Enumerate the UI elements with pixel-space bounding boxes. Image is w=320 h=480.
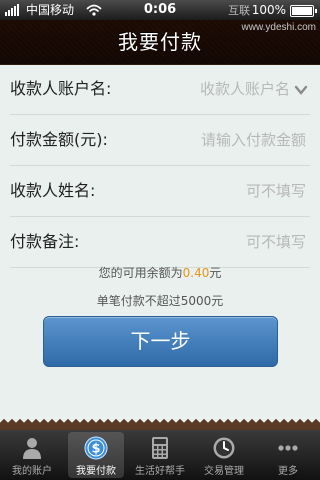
tab-label: 生活好帮手 xyxy=(135,466,185,477)
amount-row[interactable]: 付款金额(元): 请输入付款金额 xyxy=(10,115,310,166)
watermark-url: www.ydeshi.com xyxy=(241,22,316,33)
nav-bar: 我要付款 www.ydeshi.com xyxy=(0,20,320,65)
watermark-text: 互联 xyxy=(228,4,250,17)
remark-label: 付款备注: xyxy=(10,232,80,251)
tab-my-account[interactable]: 我的账户 xyxy=(0,430,64,480)
tab-label: 我的账户 xyxy=(12,466,52,477)
calculator-icon xyxy=(152,437,168,459)
amount-input[interactable]: 请输入付款金额 xyxy=(201,115,306,165)
tab-label: 交易管理 xyxy=(204,466,244,477)
dollar-coin-icon: $ xyxy=(84,436,108,460)
payee-account-label: 收款人账户名: xyxy=(10,79,112,98)
remark-input[interactable]: 可不填写 xyxy=(246,217,306,267)
balance-info: 您的可用余额为0.40元 xyxy=(0,264,320,281)
payment-form: 收款人账户名: 收款人账户名 付款金额(元): 请输入付款金额 收款人姓名: 可… xyxy=(0,64,320,268)
balance-unit: 元 xyxy=(209,266,222,280)
clock-icon xyxy=(213,437,235,459)
payee-name-row[interactable]: 收款人姓名: 可不填写 xyxy=(10,166,310,217)
tab-more[interactable]: 更多 xyxy=(256,430,320,480)
tab-life-helper[interactable]: 生活好帮手 xyxy=(128,430,192,480)
more-dots-icon xyxy=(278,445,298,451)
tab-bar: 我的账户 $ 我要付款 生活好帮手 交易管理 更多 xyxy=(0,430,320,480)
remark-row[interactable]: 付款备注: 可不填写 xyxy=(10,217,310,268)
payee-account-row[interactable]: 收款人账户名: 收款人账户名 xyxy=(10,64,310,115)
battery-percent: 100% xyxy=(251,3,286,17)
decorative-border xyxy=(0,418,320,430)
payee-account-select[interactable]: 收款人账户名 xyxy=(200,64,290,114)
tab-label: 更多 xyxy=(278,466,298,477)
tab-pay[interactable]: $ 我要付款 xyxy=(64,430,128,480)
payee-name-label: 收款人姓名: xyxy=(10,181,96,200)
payee-name-input[interactable]: 可不填写 xyxy=(246,166,306,216)
person-icon xyxy=(23,438,41,459)
battery-icon xyxy=(290,5,317,17)
amount-label: 付款金额(元): xyxy=(10,130,108,149)
next-step-button[interactable]: 下一步 xyxy=(43,316,278,367)
balance-amount: 0.40 xyxy=(182,266,210,280)
limit-info: 单笔付款不超过5000元 xyxy=(96,294,224,308)
status-bar: 中国移动 0:06 互联 100% xyxy=(0,0,320,20)
balance-prefix: 您的可用余额为 xyxy=(98,266,183,280)
tab-transactions[interactable]: 交易管理 xyxy=(192,430,256,480)
chevron-down-icon[interactable] xyxy=(294,82,308,96)
svg-text:$: $ xyxy=(91,442,100,457)
tab-label: 我要付款 xyxy=(76,466,116,477)
